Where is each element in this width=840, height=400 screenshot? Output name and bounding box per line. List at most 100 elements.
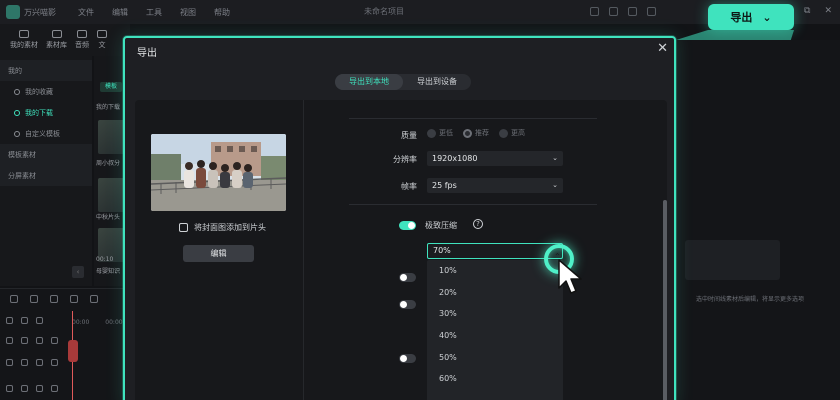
dropdown-option-60[interactable]: 60% [427, 368, 563, 390]
compression-label: 极致压缩 [425, 221, 457, 230]
cover-to-intro-checkbox[interactable] [179, 223, 188, 232]
tool-my-media[interactable]: 我的素材 [10, 30, 38, 56]
track-header [6, 337, 70, 344]
option-toggle[interactable] [399, 354, 416, 363]
delete-icon[interactable] [90, 295, 98, 303]
properties-placeholder [685, 240, 780, 280]
cover-preview-image [151, 134, 286, 211]
close-window-icon[interactable]: ✕ [824, 6, 832, 16]
eye-icon[interactable] [51, 385, 58, 392]
lock-icon[interactable] [21, 385, 28, 392]
title-tools [590, 7, 656, 16]
frame-rate-select[interactable]: 25 fps ⌄ [427, 178, 563, 193]
timeline-ruler: 00:00 00:00 [72, 319, 123, 326]
chevron-down-icon: ⌄ [552, 181, 558, 189]
music-icon [77, 30, 87, 38]
compression-toggle[interactable] [399, 221, 416, 230]
video-track-icon [6, 337, 13, 344]
cover-to-intro-label: 将封面图添加到片头 [194, 223, 266, 232]
tool-audio[interactable]: 音频 [75, 30, 89, 56]
undo-icon[interactable] [50, 295, 58, 303]
lock-icon[interactable] [21, 337, 28, 344]
dropdown-option-20[interactable]: 20% [427, 282, 563, 304]
track-controls [6, 317, 70, 324]
menu-help[interactable]: 帮助 [214, 7, 230, 18]
timeline-tools [0, 289, 130, 309]
section-divider [349, 204, 597, 205]
cover-to-intro-option[interactable]: 将封面图添加到片头 [179, 222, 266, 233]
sidebar-item-template-assets[interactable]: 模板素材 [0, 144, 92, 165]
dropdown-option-50[interactable]: 50% [427, 347, 563, 369]
video-track-icon [6, 359, 13, 366]
tool-stock[interactable]: 素材库 [46, 30, 67, 56]
link-icon[interactable] [21, 317, 28, 324]
lock-icon[interactable] [21, 359, 28, 366]
frame-rate-value: 25 fps [432, 181, 457, 190]
resolution-select[interactable]: 1920x1080 ⌄ [427, 151, 563, 166]
media-tab-templates[interactable]: 模板 [100, 82, 122, 92]
tool-text[interactable]: 文 [97, 30, 107, 56]
mute-icon[interactable] [36, 337, 43, 344]
help-icon[interactable]: ? [473, 219, 483, 229]
library-sidebar: 我的 我的收藏 我的下载 自定义模板 模板素材 分屏素材 ‹ [0, 56, 92, 286]
track-header [6, 359, 70, 366]
dropdown-option-10[interactable]: 10% [427, 260, 563, 282]
mute-icon[interactable] [36, 385, 43, 392]
library-icon [51, 30, 62, 38]
eye-icon[interactable] [51, 337, 58, 344]
mute-icon[interactable] [36, 359, 43, 366]
sidebar-item-favorites[interactable]: 我的收藏 [0, 81, 92, 102]
track-header [6, 385, 70, 392]
compression-ratio-select[interactable]: 70% [427, 243, 563, 259]
add-track-icon[interactable] [6, 317, 13, 324]
chevron-down-icon: ⌄ [762, 10, 772, 24]
sidebar-item-downloads[interactable]: 我的下载 [0, 102, 92, 123]
quality-option-lower[interactable]: 更低 [427, 128, 453, 138]
layout-icon[interactable] [10, 295, 18, 303]
dropdown-option-30[interactable]: 30% [427, 303, 563, 325]
sidebar-item-custom-templates[interactable]: 自定义模板 [0, 123, 92, 144]
quality-option-higher[interactable]: 更高 [499, 128, 525, 138]
section-divider [349, 118, 597, 119]
video-track-icon [6, 385, 13, 392]
properties-hint: 选中时间线素材后编辑，将显示更多选项 [696, 296, 805, 303]
sidebar-item-split-assets[interactable]: 分屏素材 [0, 165, 92, 186]
download-icon [14, 109, 20, 116]
radio-icon [463, 128, 472, 138]
grid-icon[interactable] [647, 7, 656, 16]
compression-ratio-value: 70% [433, 246, 451, 255]
tab-export-local[interactable]: 导出到本地 [335, 74, 403, 90]
folder-icon [19, 30, 29, 38]
close-icon[interactable]: ✕ [657, 41, 668, 57]
menu-edit[interactable]: 编辑 [112, 7, 128, 18]
select-icon[interactable] [30, 295, 38, 303]
option-toggle[interactable] [399, 273, 416, 282]
export-button[interactable]: 导出 ⌄ [708, 4, 794, 30]
dropdown-option-40[interactable]: 40% [427, 325, 563, 347]
mouse-cursor-icon [558, 259, 582, 294]
quality-option-recommended[interactable]: 推荐 [463, 128, 489, 138]
magnet-icon[interactable] [36, 317, 43, 324]
menu-view[interactable]: 视图 [180, 7, 196, 18]
settings-scrollbar-thumb[interactable] [663, 200, 667, 400]
save-icon[interactable] [609, 7, 618, 16]
sidebar-item-mine[interactable]: 我的 [0, 60, 92, 81]
eye-icon[interactable] [51, 359, 58, 366]
tab-export-device[interactable]: 导出到设备 [403, 74, 471, 90]
app-logo-icon [6, 5, 20, 19]
vertical-divider [303, 100, 304, 400]
menu-file[interactable]: 文件 [78, 7, 94, 18]
timeline-clip[interactable] [68, 340, 78, 362]
text-icon [97, 30, 107, 38]
fullscreen-icon[interactable] [590, 7, 599, 16]
layout-icon[interactable] [628, 7, 637, 16]
option-toggle[interactable] [399, 300, 416, 309]
menu-bar: 文件 编辑 工具 视图 帮助 [78, 7, 230, 18]
menu-tools[interactable]: 工具 [146, 7, 162, 18]
properties-panel [676, 40, 840, 400]
edit-cover-button[interactable]: 编辑 [183, 245, 254, 262]
quality-radio-group: 更低 推荐 更高 [427, 128, 525, 138]
collapse-sidebar-button[interactable]: ‹ [72, 266, 84, 278]
restore-icon[interactable]: ⧉ [804, 6, 810, 16]
redo-icon[interactable] [70, 295, 78, 303]
